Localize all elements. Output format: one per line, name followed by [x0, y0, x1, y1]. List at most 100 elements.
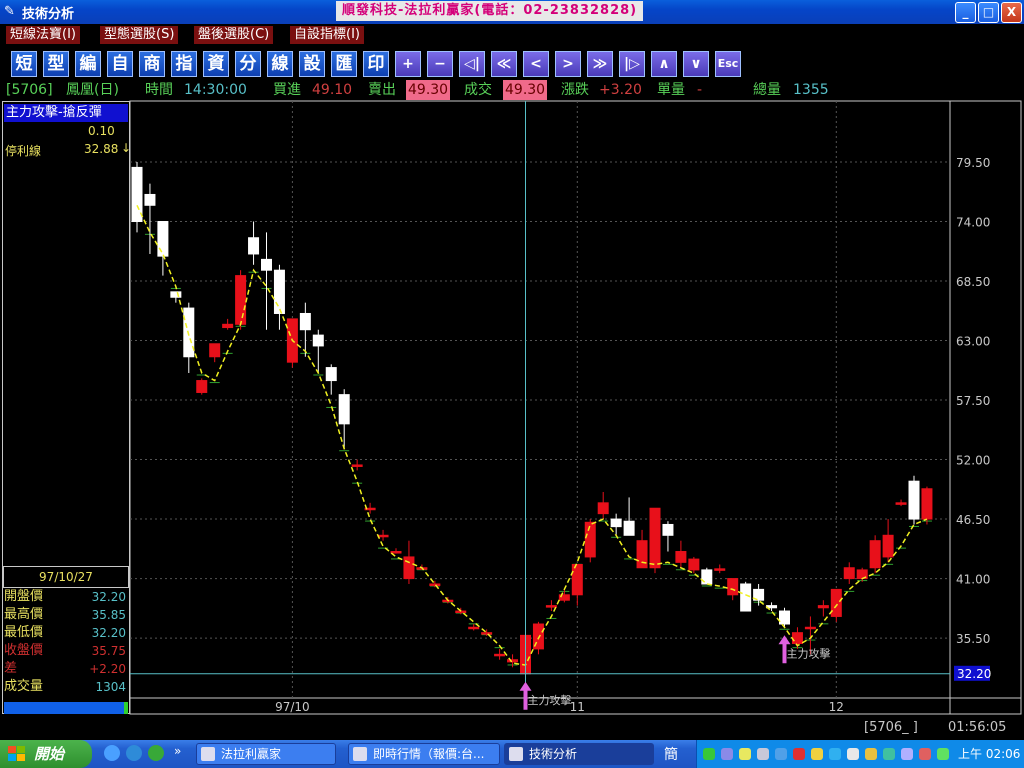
- candle: [235, 270, 247, 330]
- time-value: 14:30:00: [184, 82, 247, 98]
- tool-pattern-button[interactable]: 型: [43, 51, 69, 77]
- tool-indicator-button[interactable]: 指: [171, 51, 197, 77]
- system-clock[interactable]: 上午 02:06: [958, 740, 1020, 768]
- menu-short-term[interactable]: 短線法寶(I): [6, 26, 80, 44]
- folder-tray-icon[interactable]: [865, 748, 877, 760]
- candle-body: [144, 193, 156, 206]
- price-chart[interactable]: 79.50 74.00 68.50 63.00 57.50 52.00 46.50 41.00…: [0, 100, 1024, 716]
- menu-custom-indicator[interactable]: 自設指標(I): [290, 26, 364, 44]
- step-forward-button[interactable]: >: [555, 51, 581, 77]
- escape-button[interactable]: Esc: [715, 51, 741, 77]
- bid-value: 49.10: [312, 82, 353, 98]
- display-tray-icon[interactable]: [721, 748, 733, 760]
- security-tray-icon[interactable]: [793, 748, 805, 760]
- candle-body: [597, 502, 609, 515]
- menu-pattern-screen[interactable]: 型態選股(S): [100, 26, 179, 44]
- fast-back-button[interactable]: ≪: [491, 51, 517, 77]
- candle-body: [351, 464, 363, 467]
- candle-body: [273, 269, 285, 314]
- scroll-up-button[interactable]: ∧: [651, 51, 677, 77]
- tool-commodity-button[interactable]: 商: [139, 51, 165, 77]
- candle-body: [584, 521, 596, 558]
- candle-body: [222, 323, 234, 329]
- candle-body: [688, 558, 700, 571]
- messenger-tray-icon[interactable]: [829, 748, 841, 760]
- ie-quicklaunch-icon[interactable]: [104, 745, 120, 761]
- step-back-button[interactable]: <: [523, 51, 549, 77]
- tool-export-button[interactable]: 匯: [331, 51, 357, 77]
- status-tray-icon[interactable]: [937, 748, 949, 760]
- app-task-icon: [353, 747, 367, 761]
- candle-body: [727, 578, 739, 596]
- chat-tray-icon[interactable]: [739, 748, 751, 760]
- media-quicklaunch-icon[interactable]: [148, 745, 164, 761]
- close-button[interactable]: X: [1001, 2, 1022, 23]
- last-page-button[interactable]: |▷: [619, 51, 645, 77]
- browser-quicklaunch-icon[interactable]: [126, 745, 142, 761]
- y-tick-labels: 79.50 74.00 68.50 63.00 57.50 52.00 46.50 41.00…: [956, 156, 990, 646]
- candle-body: [714, 568, 726, 571]
- audio-tray-icon[interactable]: [847, 748, 859, 760]
- task-realtime-quotes[interactable]: 即時行情（報價:台...: [348, 743, 500, 765]
- status-time: 01:56:05: [948, 720, 1007, 735]
- candle-body: [377, 534, 389, 538]
- start-button[interactable]: 開始: [0, 740, 92, 768]
- tool-period-button[interactable]: 分: [235, 51, 261, 77]
- plot-frame: [129, 100, 951, 715]
- task-technical-analysis[interactable]: 技術分析: [504, 743, 654, 765]
- status-code: [5706_ ]: [864, 720, 918, 735]
- candle-body: [779, 610, 790, 625]
- candle-body: [481, 632, 493, 635]
- device-tray-icon[interactable]: [757, 748, 769, 760]
- change-label: 漲跌: [561, 82, 589, 98]
- zoom-out-button[interactable]: −: [427, 51, 453, 77]
- candle-body: [571, 564, 583, 596]
- maximize-button[interactable]: □: [978, 2, 999, 23]
- zoom-in-button[interactable]: +: [395, 51, 421, 77]
- network-tray-icon[interactable]: [703, 748, 715, 760]
- menu-after-hours-screen[interactable]: 盤後選股(C): [194, 26, 274, 44]
- scroll-down-button[interactable]: ∨: [683, 51, 709, 77]
- quicklaunch-expand-icon[interactable]: »: [174, 744, 181, 758]
- stock-code: [5706]: [6, 82, 53, 98]
- candle: [869, 535, 881, 574]
- tool-data-button[interactable]: 資: [203, 51, 229, 77]
- tool-custom-button[interactable]: 自: [107, 51, 133, 77]
- task-ferrari-winner[interactable]: 法拉利贏家: [196, 743, 336, 765]
- candle-body: [610, 518, 622, 528]
- total-volume-value: 1355: [793, 82, 829, 98]
- candle: [779, 607, 790, 628]
- app-task-icon: [201, 747, 215, 761]
- candle-body: [196, 380, 208, 393]
- task-label: 法拉利贏家: [221, 747, 282, 761]
- tools-tray-icon[interactable]: [811, 748, 823, 760]
- candle: [921, 486, 933, 525]
- deal-value: 49.30: [503, 80, 548, 100]
- bid-label: 買進: [273, 82, 301, 98]
- alert-tray-icon[interactable]: [919, 748, 931, 760]
- update-tray-icon[interactable]: [775, 748, 787, 760]
- language-indicator[interactable]: 簡: [664, 744, 678, 764]
- y-tick-label: 41.00: [956, 573, 990, 587]
- first-page-button[interactable]: ◁|: [459, 51, 485, 77]
- candle-body: [261, 258, 272, 271]
- tool-short-button[interactable]: 短: [11, 51, 37, 77]
- tool-line-button[interactable]: 線: [267, 51, 293, 77]
- tool-settings-button[interactable]: 設: [299, 51, 325, 77]
- candle-body: [804, 626, 816, 630]
- start-label: 開始: [34, 745, 65, 763]
- taskbar: 開始 » 法拉利贏家 即時行情（報價:台... 技術分析 簡 上午 02:06: [0, 740, 1024, 768]
- fast-forward-button[interactable]: ≫: [587, 51, 613, 77]
- tool-edit-button[interactable]: 編: [75, 51, 101, 77]
- quote-line: [5706] 鳳凰(日) 時間 14:30:00 買進 49.10 賣出 49.…: [0, 80, 1024, 100]
- sync-tray-icon[interactable]: [883, 748, 895, 760]
- status-line: [5706_ ] 01:56:05: [0, 716, 1024, 740]
- stock-name: 鳳凰(日): [66, 82, 119, 98]
- minimize-button[interactable]: _: [955, 2, 976, 23]
- tool-print-button[interactable]: 印: [363, 51, 389, 77]
- input-tray-icon[interactable]: [901, 748, 913, 760]
- toolbar: 短 型 編 自 商 指 資 分 線 設 匯 印 + − ◁| ≪ < > ≫ |…: [0, 48, 1024, 80]
- candle-body: [494, 653, 506, 657]
- candle-body: [209, 343, 221, 358]
- y-tick-label: 79.50: [956, 156, 990, 170]
